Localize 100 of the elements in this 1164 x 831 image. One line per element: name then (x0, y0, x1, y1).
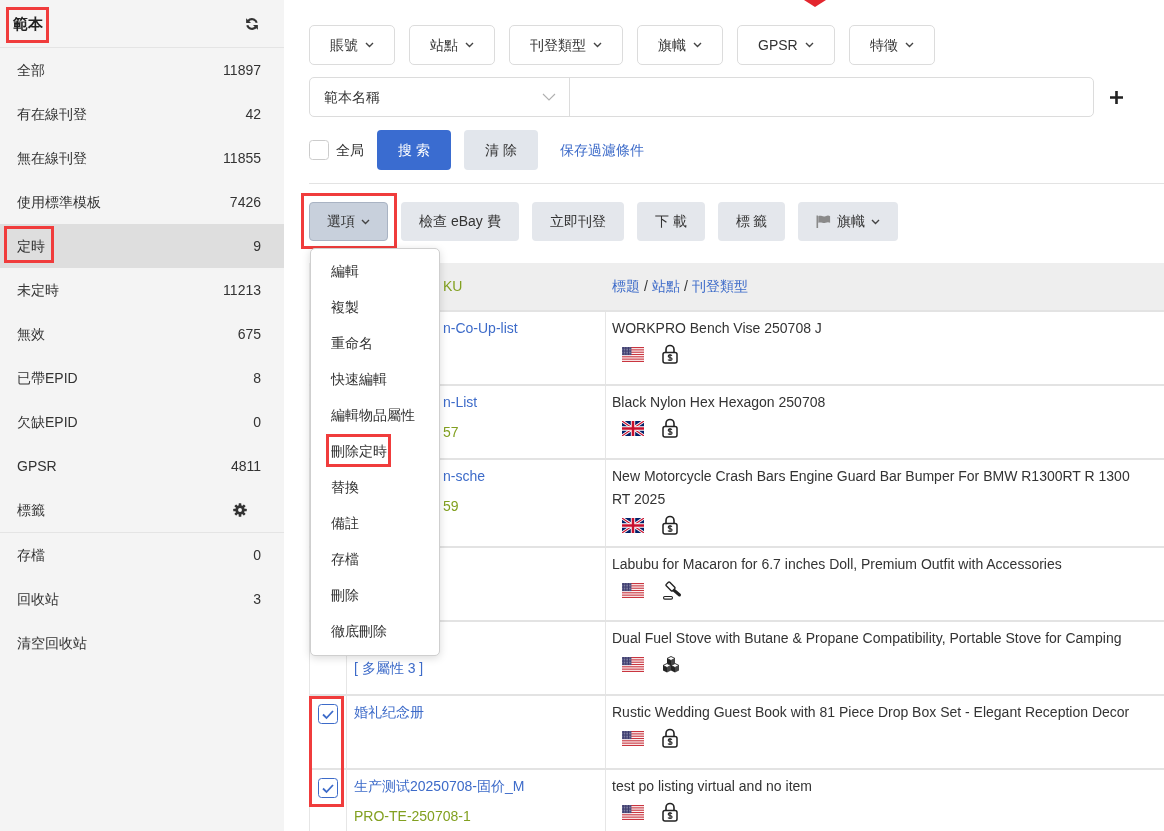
template-name-link[interactable]: n-Co-Up-list (443, 317, 518, 340)
chevron-down-icon (361, 218, 370, 225)
filter-dropdown[interactable]: 旗幟 (637, 25, 723, 65)
filter-dropdown[interactable]: 賬號 (309, 25, 395, 65)
filter-dropdown[interactable]: 站點 (409, 25, 495, 65)
template-name-link[interactable]: 婚礼纪念册 (354, 701, 424, 724)
listing-title: Labubu for Macaron for 6.7 inches Doll, Premium Outfit with Accessories (612, 555, 1063, 574)
padlock-dollar-icon (662, 728, 678, 748)
sidebar-item[interactable]: 回收站 3 (0, 577, 284, 621)
template-name-link[interactable]: n-List (443, 391, 478, 414)
arrow-tip-icon (804, 0, 826, 7)
action-button[interactable]: 選項 (309, 202, 388, 241)
sku-code: 59 (443, 497, 459, 516)
chevron-down-icon (693, 42, 702, 48)
listing-title: New Motorcycle Crash Bars Engine Guard Bar Bumper For BMW R1300RT R 1300 RT 2025 (612, 467, 1131, 509)
row-checkbox[interactable] (318, 778, 338, 798)
menu-item[interactable]: 刪除定時 (331, 443, 387, 459)
checkbox[interactable] (309, 140, 329, 160)
search-button[interactable]: 搜 索 (377, 130, 451, 170)
item-count: 675 (237, 324, 261, 344)
menu-item[interactable]: 備註 (331, 515, 359, 531)
cubes-icon (662, 655, 680, 673)
menu-item[interactable]: 快速編輯 (331, 371, 387, 387)
column-header-link[interactable]: 刊登類型 (691, 276, 748, 297)
sidebar-title: 範本 (13, 14, 43, 33)
filter-dropdown[interactable]: 刊登類型 (509, 25, 623, 65)
save-filter-link[interactable]: 保存過濾條件 (559, 139, 644, 161)
chevron-down-icon (804, 42, 814, 48)
column-header-link[interactable]: 站點 (651, 276, 680, 297)
item-count: 0 (253, 545, 261, 565)
sidebar-item[interactable]: 定時 9 (0, 224, 284, 268)
chevron-down-icon (465, 42, 474, 48)
chevron-down-icon (365, 42, 374, 48)
action-button[interactable]: 標 籤 (717, 202, 786, 241)
sidebar-item[interactable]: 無效 675 (0, 312, 284, 356)
template-name-link[interactable]: n-sche (443, 465, 486, 488)
padlock-dollar-icon (662, 802, 678, 822)
field-select[interactable]: 範本名稱 (310, 78, 570, 116)
column-header-link[interactable]: 標題 (612, 276, 640, 297)
item-count: 11213 (223, 280, 261, 300)
menu-item[interactable]: 存檔 (331, 551, 359, 567)
gavel-icon (662, 580, 682, 600)
row-checkbox[interactable] (318, 704, 338, 724)
item-count: 7426 (229, 192, 261, 212)
sidebar-item[interactable]: 未定時 11213 (0, 268, 284, 312)
item-count: 11855 (223, 148, 261, 168)
menu-item[interactable]: 刪除 (331, 587, 359, 603)
sidebar-item[interactable]: 標籤 (0, 488, 284, 532)
item-count: 0 (253, 412, 261, 432)
listing-title: test po listing virtual and no item (612, 777, 813, 796)
item-count: 9 (253, 236, 261, 256)
us-flag-icon (622, 582, 644, 598)
variations-link[interactable]: [ 多屬性 3 ] (354, 657, 424, 680)
sidebar-item[interactable]: 清空回收站 (0, 621, 284, 665)
filter-dropdown[interactable]: 特徵 (848, 25, 935, 65)
refresh-icon[interactable] (245, 16, 259, 31)
listing-title: Black Nylon Hex Hexagon 250708 (612, 393, 827, 412)
separator-text: / (644, 277, 648, 296)
listing-title: WORKPRO Bench Vise 250708 J (612, 319, 823, 338)
sidebar-item[interactable]: 全部 11897 (0, 48, 284, 92)
menu-item[interactable]: 替換 (331, 479, 359, 495)
template-name-link[interactable]: 生产测试20250708-固价_M (354, 775, 525, 798)
chevron-down-icon (871, 218, 881, 225)
action-button[interactable]: 檢查 eBay 費 (401, 202, 519, 241)
menu-item[interactable]: 編輯物品屬性 (331, 407, 415, 423)
checkbox-label: 全局 (336, 140, 364, 160)
sidebar-item[interactable]: 無在線刊登 11855 (0, 136, 284, 180)
us-flag-icon (622, 346, 644, 362)
item-count: 42 (245, 104, 261, 124)
action-button[interactable]: 旗幟 (798, 202, 899, 241)
menu-item[interactable]: 徹底刪除 (331, 623, 387, 639)
sidebar-item[interactable]: 已帶EPID 8 (0, 356, 284, 400)
uk-flag-icon (622, 420, 644, 436)
clear-button[interactable]: 清 除 (463, 130, 538, 170)
item-count: 11897 (223, 60, 261, 80)
sidebar-item[interactable]: 有在線刊登 42 (0, 92, 284, 136)
item-count: 3 (253, 589, 261, 609)
menu-item[interactable]: 重命名 (331, 335, 373, 351)
action-button[interactable]: 下 載 (636, 202, 705, 241)
settings-icon[interactable] (233, 503, 247, 517)
chevron-down-icon (593, 42, 602, 48)
uk-flag-icon (622, 517, 644, 533)
action-button[interactable]: 立即刊登 (531, 202, 624, 241)
padlock-dollar-icon (662, 344, 678, 364)
plus-icon[interactable] (1110, 90, 1123, 104)
menu-item[interactable]: 複製 (331, 299, 359, 315)
item-count: 8 (253, 368, 261, 388)
sidebar-item[interactable]: 使用標準模板 7426 (0, 180, 284, 224)
sidebar-item[interactable]: 欠缺EPID 0 (0, 400, 284, 444)
item-count: 4811 (230, 456, 261, 476)
sidebar-item[interactable]: GPSR 4811 (0, 444, 284, 488)
listing-title: Dual Fuel Stove with Butane & Propane Compatibility, Portable Stove for Camping (612, 629, 1123, 648)
padlock-dollar-icon (662, 515, 678, 535)
sidebar-item[interactable]: 存檔 0 (0, 533, 284, 577)
column-header: KU (443, 277, 463, 296)
menu-item[interactable]: 編輯 (331, 263, 359, 279)
listing-title: Rustic Wedding Guest Book with 81 Piece Drop Box Set - Elegant Reception Decor (612, 703, 1131, 722)
us-flag-icon (622, 730, 644, 746)
sku-code: PRO-TE-250708-1 (354, 807, 471, 826)
filter-dropdown[interactable]: GPSR (737, 25, 835, 65)
